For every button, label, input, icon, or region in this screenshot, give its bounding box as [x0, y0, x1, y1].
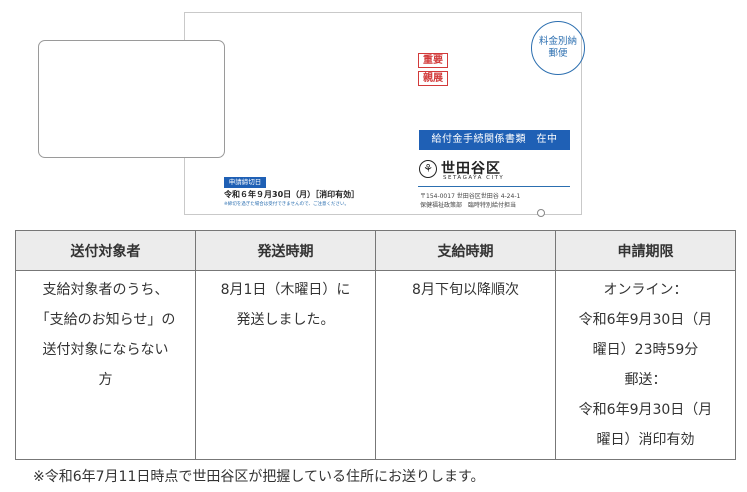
divider-line	[418, 186, 570, 187]
envelope-punch-hole	[537, 209, 545, 217]
sender-department: 保健福祉政策部 臨時特別給付担当	[420, 202, 517, 209]
schedule-table: 送付対象者 発送時期 支給時期 申請期限 支給対象者のうち、 「支給のお知らせ」…	[15, 230, 736, 460]
cell-recipients: 支給対象者のうち、 「支給のお知らせ」の 送付対象にならない 方	[15, 270, 196, 460]
cell-payment-period: 8月下旬以降順次	[375, 270, 556, 460]
cell-send-period-text: 8月1日（木曜日）に 発送しました。	[220, 282, 351, 328]
deadline-date: 令和６年９月30日（月）［消印有効］	[224, 190, 360, 199]
table-header-row: 送付対象者 発送時期 支給時期 申請期限	[15, 230, 736, 271]
cell-application-deadline: オンライン： 令和6年9月30日（月 曜日）23時59分 郵送： 令和6年9月3…	[555, 270, 736, 460]
stamp-line1: 料金別納	[538, 36, 577, 47]
postage-stamp-mark: 料金別納 郵便	[531, 21, 585, 75]
tag-important: 重要	[418, 53, 448, 68]
envelope-address-window	[38, 40, 225, 158]
cell-payment-period-text: 8月下旬以降順次	[412, 282, 519, 298]
header-send-period: 発送時期	[195, 230, 376, 271]
tag-personal: 親展	[418, 71, 448, 86]
header-application-deadline: 申請期限	[555, 230, 736, 271]
sender-address: 〒154-0017 世田谷区世田谷 4-24-1	[420, 193, 521, 200]
cell-send-period: 8月1日（木曜日）に 発送しました。	[195, 270, 376, 460]
stamp-line2: 郵便	[548, 48, 568, 59]
table-row: 支給対象者のうち、 「支給のお知らせ」の 送付対象にならない 方 8月1日（木曜…	[15, 270, 736, 460]
deadline-note: ※締切を過ぎた場合は受付できませんので、ご注意ください。	[224, 202, 349, 207]
header-payment-period: 支給時期	[375, 230, 556, 271]
city-logo-icon: ⚘	[419, 160, 437, 178]
document-enclosed-bar: 給付金手続関係書類 在中	[419, 130, 570, 150]
footnote: ※令和6年7月11日時点で世田谷区が把握している住所にお送りします。	[33, 469, 485, 485]
cell-application-deadline-text: オンライン： 令和6年9月30日（月 曜日）23時59分 郵送： 令和6年9月3…	[578, 282, 713, 448]
cell-recipients-text: 支給対象者のうち、 「支給のお知らせ」の 送付対象にならない 方	[35, 282, 176, 388]
header-recipients: 送付対象者	[15, 230, 196, 271]
deadline-label: 申請締切日	[224, 177, 266, 188]
city-name-en: SETAGAYA CITY	[443, 175, 505, 181]
